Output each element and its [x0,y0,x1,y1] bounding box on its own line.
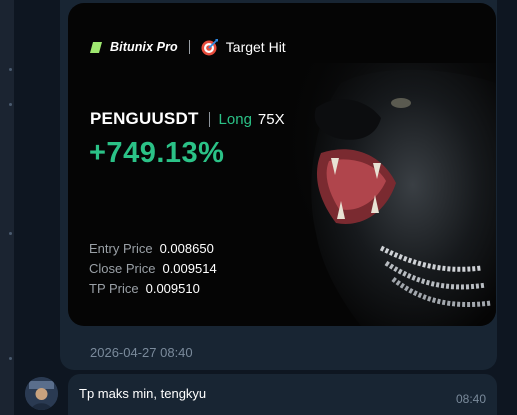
avatar-image [25,377,58,410]
entry-price-row: Entry Price 0.008650 [89,241,214,256]
target-hit-label: Target Hit [225,39,286,55]
price-value: 0.008650 [159,241,214,256]
price-value: 0.009514 [162,261,217,276]
panther-illustration [281,63,496,326]
position-header: PENGUUSDT Long 75X [90,109,285,129]
leverage: 75X [257,111,285,128]
header-divider [188,40,190,54]
chat-list-edge [0,0,14,415]
price-label: TP Price [89,281,139,296]
position-side: Long [218,111,252,128]
trading-pair: PENGUUSDT [90,109,199,128]
brand-name: Bitunix Pro [110,40,178,54]
pnl-percentage: +749.13% [89,137,225,169]
price-label: Close Price [89,261,156,276]
target-icon [201,38,218,55]
image-timestamp: 2026-04-27 08:40 [90,345,193,360]
message-time: 08:40 [456,392,487,406]
brand-header: Bitunix Pro Target Hit [90,37,286,57]
left-strip-dot [9,68,12,71]
sender-avatar[interactable] [25,377,58,410]
price-value: 0.009510 [145,281,200,296]
price-label: Entry Price [89,241,153,256]
pair-divider [208,111,210,127]
close-price-row: Close Price 0.009514 [89,261,217,276]
left-strip-dot [9,357,12,360]
message-text: Tp maks min, tengkyu [79,386,207,401]
bitunix-logo-icon [90,41,102,53]
tp-price-row: TP Price 0.009510 [89,281,200,296]
left-strip-dot [9,232,12,235]
trade-card-image[interactable]: Bitunix Pro Target Hit PENGUUSDT Long 75… [68,3,496,326]
left-strip-dot [9,103,12,106]
